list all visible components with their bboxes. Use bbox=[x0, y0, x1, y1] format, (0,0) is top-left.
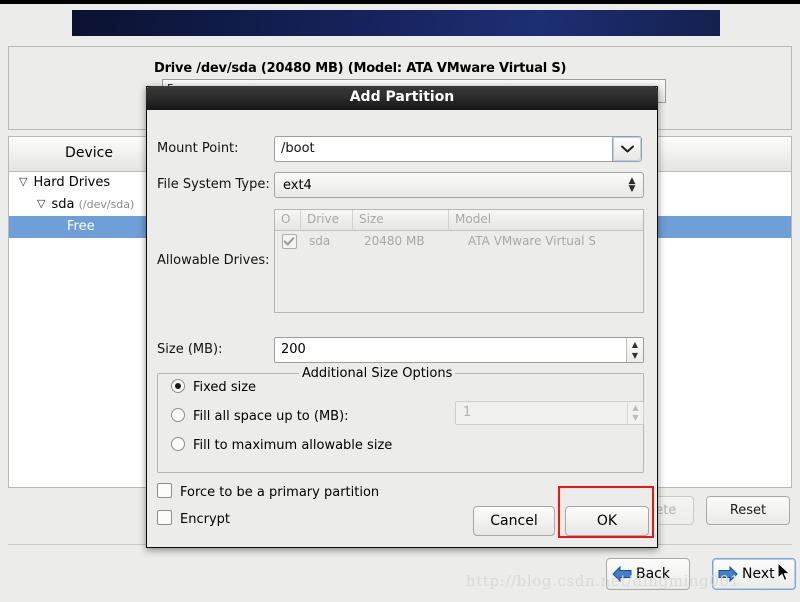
chevron-down-icon[interactable]: ▽ bbox=[37, 193, 45, 215]
radio-icon[interactable] bbox=[171, 437, 185, 451]
ok-button[interactable]: OK bbox=[565, 506, 649, 536]
column-header-drive: Drive bbox=[301, 210, 353, 230]
allowable-drives-list[interactable]: O Drive Size Model sda 20480 MB ATA VMwa… bbox=[274, 209, 644, 313]
chevron-down-glyph: ▼ bbox=[628, 184, 636, 194]
fill-upto-stepper: ▲ ▼ bbox=[627, 402, 643, 424]
checkbox-label: Force to be a primary partition bbox=[180, 485, 380, 500]
checkbox-force-primary[interactable]: Force to be a primary partition bbox=[157, 483, 379, 500]
radio-label: Fill all space up to (MB): bbox=[193, 409, 349, 424]
checkbox-icon[interactable] bbox=[157, 510, 172, 525]
stepper-down-icon: ▼ bbox=[632, 413, 639, 422]
add-partition-dialog: Add Partition Mount Point: /boot File Sy… bbox=[146, 86, 658, 548]
chevron-down-glyph bbox=[620, 145, 634, 153]
checkbox-encrypt[interactable]: Encrypt bbox=[157, 510, 230, 527]
drive-size-cell: 20480 MB bbox=[364, 234, 425, 248]
stepper-down-icon[interactable]: ▼ bbox=[627, 350, 643, 361]
mount-point-input[interactable]: /boot bbox=[275, 137, 612, 161]
radio-icon[interactable] bbox=[171, 408, 185, 422]
file-system-type-label: File System Type: bbox=[157, 177, 270, 192]
drive-name-cell: sda bbox=[309, 234, 331, 248]
column-header-o: O bbox=[275, 210, 301, 230]
column-header-model: Model bbox=[455, 212, 492, 226]
drive-model-cell: ATA VMware Virtual S bbox=[468, 234, 596, 248]
reset-button[interactable]: Reset bbox=[706, 496, 790, 525]
chevron-updown-icon[interactable]: ▲ ▼ bbox=[621, 177, 643, 194]
allowable-drives-label: Allowable Drives: bbox=[157, 253, 270, 268]
allowable-drives-header: O Drive Size Model bbox=[275, 210, 643, 231]
dialog-titlebar: Add Partition bbox=[146, 86, 658, 110]
size-stepper[interactable]: ▲ ▼ bbox=[626, 338, 643, 362]
watermark-text: http://blog.csdn.net/dingming001 bbox=[466, 572, 740, 590]
size-label: Size (MB): bbox=[157, 342, 223, 357]
tree-row-label: Hard Drives bbox=[33, 175, 111, 190]
cancel-button[interactable]: Cancel bbox=[473, 506, 555, 536]
stepper-up-icon: ▲ bbox=[632, 403, 639, 412]
additional-size-options-title: Additional Size Options bbox=[299, 366, 456, 381]
installer-banner bbox=[72, 10, 720, 36]
column-header-size: Size bbox=[353, 210, 449, 230]
radio-label: Fill to maximum allowable size bbox=[193, 438, 393, 453]
tree-row-label: sda bbox=[51, 197, 75, 212]
tree-row-label: Free bbox=[67, 219, 95, 234]
device-column-header: Device bbox=[65, 145, 113, 161]
radio-label: Fixed size bbox=[193, 380, 257, 395]
mouse-cursor-icon bbox=[777, 562, 791, 582]
dialog-body: Mount Point: /boot File System Type: ext… bbox=[147, 111, 657, 548]
size-input-field[interactable]: 200 ▲ ▼ bbox=[274, 337, 644, 363]
radio-fill-maximum[interactable]: Fill to maximum allowable size bbox=[171, 437, 392, 453]
chevron-down-icon[interactable] bbox=[612, 137, 641, 161]
allowable-drives-row[interactable]: sda 20480 MB ATA VMware Virtual S bbox=[275, 231, 643, 251]
fill-upto-input: 1 bbox=[463, 405, 472, 420]
checkbox-label: Encrypt bbox=[180, 512, 230, 527]
radio-fill-all-space[interactable]: Fill all space up to (MB): bbox=[171, 408, 349, 424]
file-system-type-dropdown[interactable]: ext4 ▲ ▼ bbox=[274, 172, 644, 198]
file-system-type-value: ext4 bbox=[283, 177, 312, 193]
drive-checkbox[interactable] bbox=[282, 233, 297, 249]
stepper-up-icon[interactable]: ▲ bbox=[627, 339, 643, 350]
checkbox-icon[interactable] bbox=[157, 483, 172, 498]
fill-upto-input-field: 1 ▲ ▼ bbox=[455, 401, 644, 425]
mount-point-combobox[interactable]: /boot bbox=[274, 136, 642, 162]
radio-icon[interactable] bbox=[171, 379, 185, 393]
tree-row-device-path: (/dev/sda) bbox=[78, 198, 135, 211]
drive-title: Drive /dev/sda (20480 MB) (Model: ATA VM… bbox=[154, 61, 567, 76]
chevron-down-icon[interactable]: ▽ bbox=[19, 171, 27, 193]
size-input[interactable]: 200 bbox=[275, 338, 626, 362]
next-button-label: Next bbox=[742, 566, 775, 582]
mount-point-label: Mount Point: bbox=[157, 141, 239, 156]
radio-fixed-size[interactable]: Fixed size bbox=[171, 379, 256, 395]
